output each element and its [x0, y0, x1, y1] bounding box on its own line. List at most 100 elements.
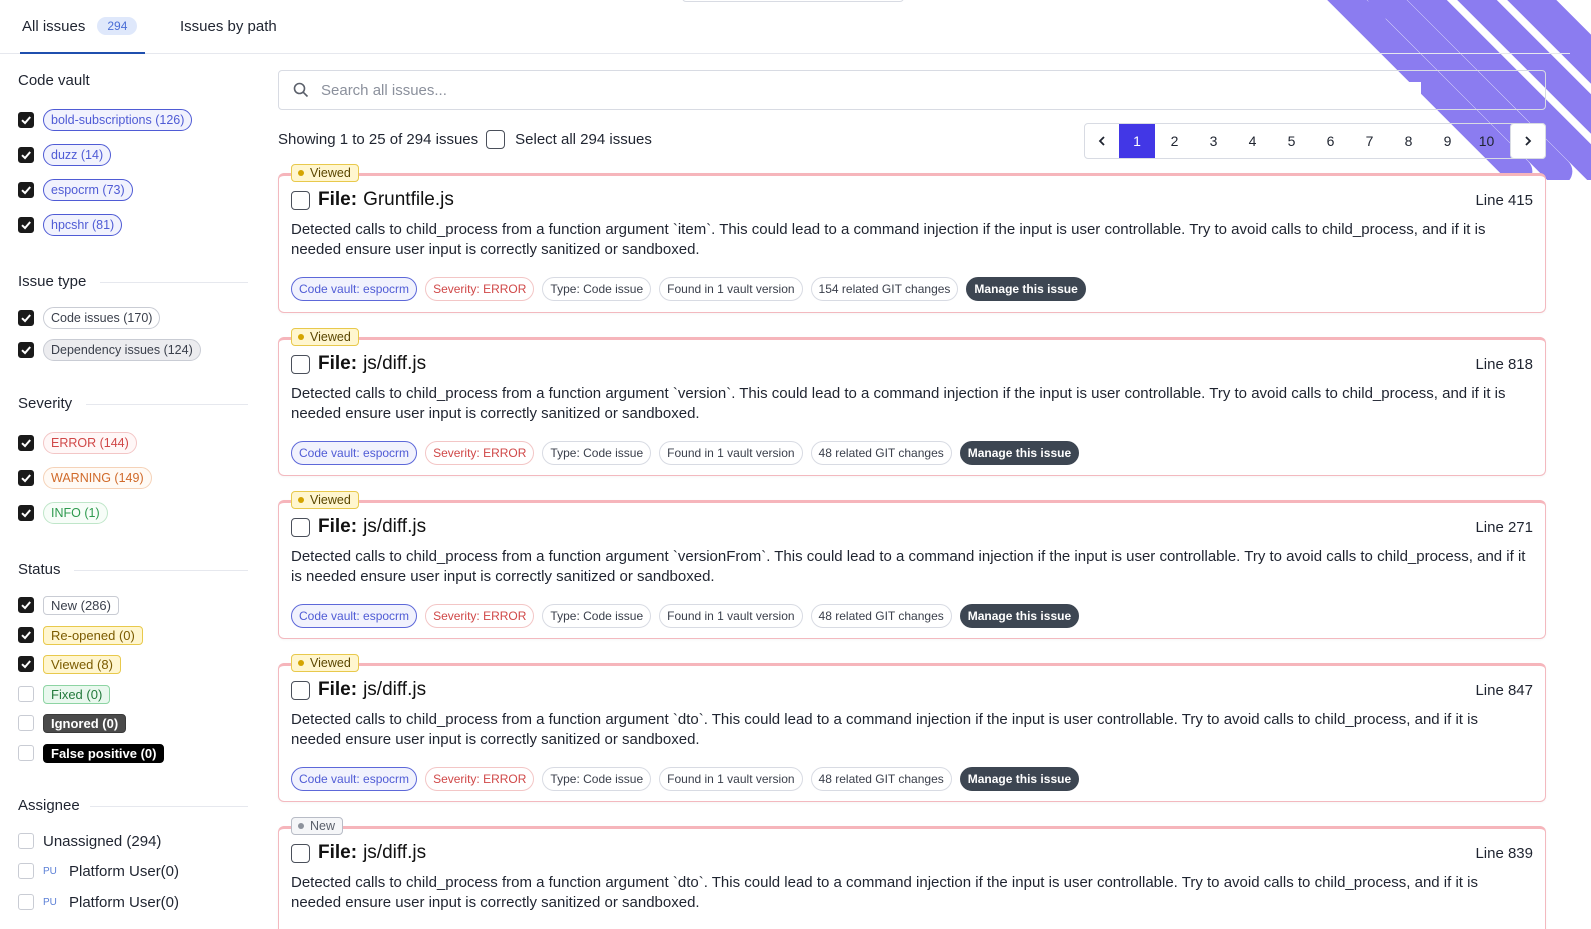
status-chip: Fixed (0)	[43, 684, 111, 704]
filter-status-viewed[interactable]: Viewed (8)	[18, 650, 121, 678]
checkbox-unchecked[interactable]	[18, 833, 34, 849]
checkbox-checked[interactable]	[18, 505, 34, 521]
section-divider	[90, 806, 248, 807]
tab-all-issues[interactable]: All issues 294	[20, 14, 145, 54]
checkbox-checked[interactable]	[18, 310, 34, 326]
manage-issue-button[interactable]: Manage this issue	[959, 441, 1080, 465]
filter-code-vault-1[interactable]: duzz (14)	[18, 141, 112, 169]
filter-code-vault-2[interactable]: espocrm (73)	[18, 176, 133, 204]
issue-select-checkbox[interactable]	[291, 680, 310, 700]
page-button-3[interactable]: 3	[1194, 124, 1233, 158]
checkbox-unchecked[interactable]	[18, 715, 34, 731]
issue-description: Detected calls to child_process from a f…	[291, 874, 1478, 911]
checkbox-unchecked[interactable]	[18, 863, 34, 879]
status-chip: False positive (0)	[43, 743, 165, 763]
filter-severity-info[interactable]: INFO (1)	[18, 499, 108, 527]
checkbox-checked[interactable]	[18, 147, 34, 163]
filter-assignee-user-1[interactable]: PU Platform User(0)	[18, 888, 179, 916]
filter-status-false-positive[interactable]: False positive (0)	[18, 739, 165, 767]
status-badge-label: Viewed	[310, 330, 351, 344]
status-badge-label: New	[310, 819, 336, 833]
filter-code-vault-3[interactable]: hpcshr (81)	[18, 211, 123, 239]
checkbox-unchecked[interactable]	[18, 745, 34, 761]
tab-all-issues-label: All issues	[22, 18, 86, 35]
tab-issues-by-path-label: Issues by path	[180, 18, 277, 35]
issue-header: File: Gruntfile.js Line 415	[291, 189, 1533, 211]
page-button-10[interactable]: 10	[1467, 124, 1506, 158]
search-icon	[293, 82, 309, 98]
code-vault-chip: duzz (14)	[43, 144, 112, 166]
status-dot-icon	[298, 497, 304, 503]
found-in-tag: Found in 1 vault version	[659, 767, 803, 791]
issue-select-checkbox[interactable]	[291, 517, 310, 537]
user-initials-avatar: PU	[43, 865, 57, 877]
page-button-1[interactable]: 1	[1119, 124, 1155, 158]
filter-assignee-user-0[interactable]: PU Platform User(0)	[18, 857, 179, 885]
tab-all-issues-count: 294	[97, 17, 138, 35]
line-number: Line 839	[1475, 844, 1533, 862]
tab-bar: All issues 294 Issues by path	[0, 0, 1570, 54]
status-chip: New (286)	[43, 595, 119, 615]
filter-status-fixed[interactable]: Fixed (0)	[18, 680, 111, 708]
checkbox-checked[interactable]	[18, 182, 34, 198]
page-button-2[interactable]: 2	[1155, 124, 1194, 158]
status-badge: Viewed	[291, 491, 359, 509]
pagination: 1 2 3 4 5 6 7 8 9 10	[1084, 123, 1546, 159]
search-input[interactable]	[321, 81, 1421, 99]
checkbox-unchecked[interactable]	[18, 686, 34, 702]
checkbox-checked[interactable]	[18, 435, 34, 451]
file-label: File:	[318, 516, 358, 537]
status-chip: Re-opened (0)	[43, 625, 143, 645]
prev-page-button[interactable]	[1085, 124, 1119, 158]
page-button-7[interactable]: 7	[1350, 124, 1389, 158]
page-button-9[interactable]: 9	[1428, 124, 1467, 158]
next-page-button[interactable]	[1510, 123, 1546, 159]
filter-status-ignored[interactable]: Ignored (0)	[18, 709, 127, 737]
filter-status-reopened[interactable]: Re-opened (0)	[18, 621, 143, 649]
page-button-5[interactable]: 5	[1272, 124, 1311, 158]
section-divider	[86, 404, 248, 405]
filter-severity-error[interactable]: ERROR (144)	[18, 429, 137, 457]
code-vault-chip: espocrm (73)	[43, 179, 133, 201]
checkbox-checked[interactable]	[18, 342, 34, 358]
issue-tags: Code vault: espocrm Severity: ERROR Type…	[291, 767, 1080, 791]
page-button-6[interactable]: 6	[1311, 124, 1350, 158]
filter-severity-warning[interactable]: WARNING (149)	[18, 464, 152, 492]
type-tag: Type: Code issue	[542, 441, 652, 465]
checkbox-checked[interactable]	[18, 627, 34, 643]
checkbox-checked[interactable]	[18, 470, 34, 486]
checkbox-unchecked[interactable]	[18, 894, 34, 910]
status-badge: Viewed	[291, 328, 359, 346]
section-divider	[74, 570, 248, 571]
status-dot-icon	[298, 334, 304, 340]
search-bar[interactable]	[278, 70, 1546, 110]
manage-issue-button[interactable]: Manage this issue	[966, 277, 1086, 301]
checkbox-checked[interactable]	[18, 597, 34, 613]
file-label: File:	[318, 679, 358, 700]
page-button-8[interactable]: 8	[1389, 124, 1428, 158]
filter-assignee-unassigned[interactable]: Unassigned (294)	[18, 827, 161, 855]
issue-select-checkbox[interactable]	[291, 354, 310, 374]
checkbox-checked[interactable]	[18, 656, 34, 672]
filter-status-new[interactable]: New (286)	[18, 591, 119, 619]
filter-issue-type-1[interactable]: Dependency issues (124)	[18, 336, 201, 364]
issue-header: File: js/diff.js Line 818	[291, 353, 1533, 375]
code-vault-chip: bold-subscriptions (126)	[43, 109, 193, 131]
code-vault-tag: Code vault: espocrm	[291, 441, 418, 465]
checkbox-checked[interactable]	[18, 112, 34, 128]
page-button-4[interactable]: 4	[1233, 124, 1272, 158]
issue-select-checkbox[interactable]	[291, 190, 310, 210]
git-changes-tag: 154 related GIT changes	[810, 277, 959, 301]
filter-issue-type-0[interactable]: Code issues (170)	[18, 304, 161, 332]
file-label: File:	[318, 842, 358, 863]
checkbox-checked[interactable]	[18, 217, 34, 233]
tab-issues-by-path[interactable]: Issues by path	[180, 14, 277, 54]
manage-issue-button[interactable]: Manage this issue	[959, 767, 1080, 791]
issue-select-checkbox[interactable]	[291, 843, 310, 863]
manage-issue-button[interactable]: Manage this issue	[959, 604, 1080, 628]
select-all-checkbox[interactable]	[486, 130, 506, 149]
assignee-label: Platform User(0)	[69, 893, 180, 911]
file-label: File:	[318, 353, 358, 374]
issue-card: New File: js/diff.js Line 839 Detected c…	[278, 817, 1546, 929]
filter-code-vault-0[interactable]: bold-subscriptions (126)	[18, 106, 193, 134]
